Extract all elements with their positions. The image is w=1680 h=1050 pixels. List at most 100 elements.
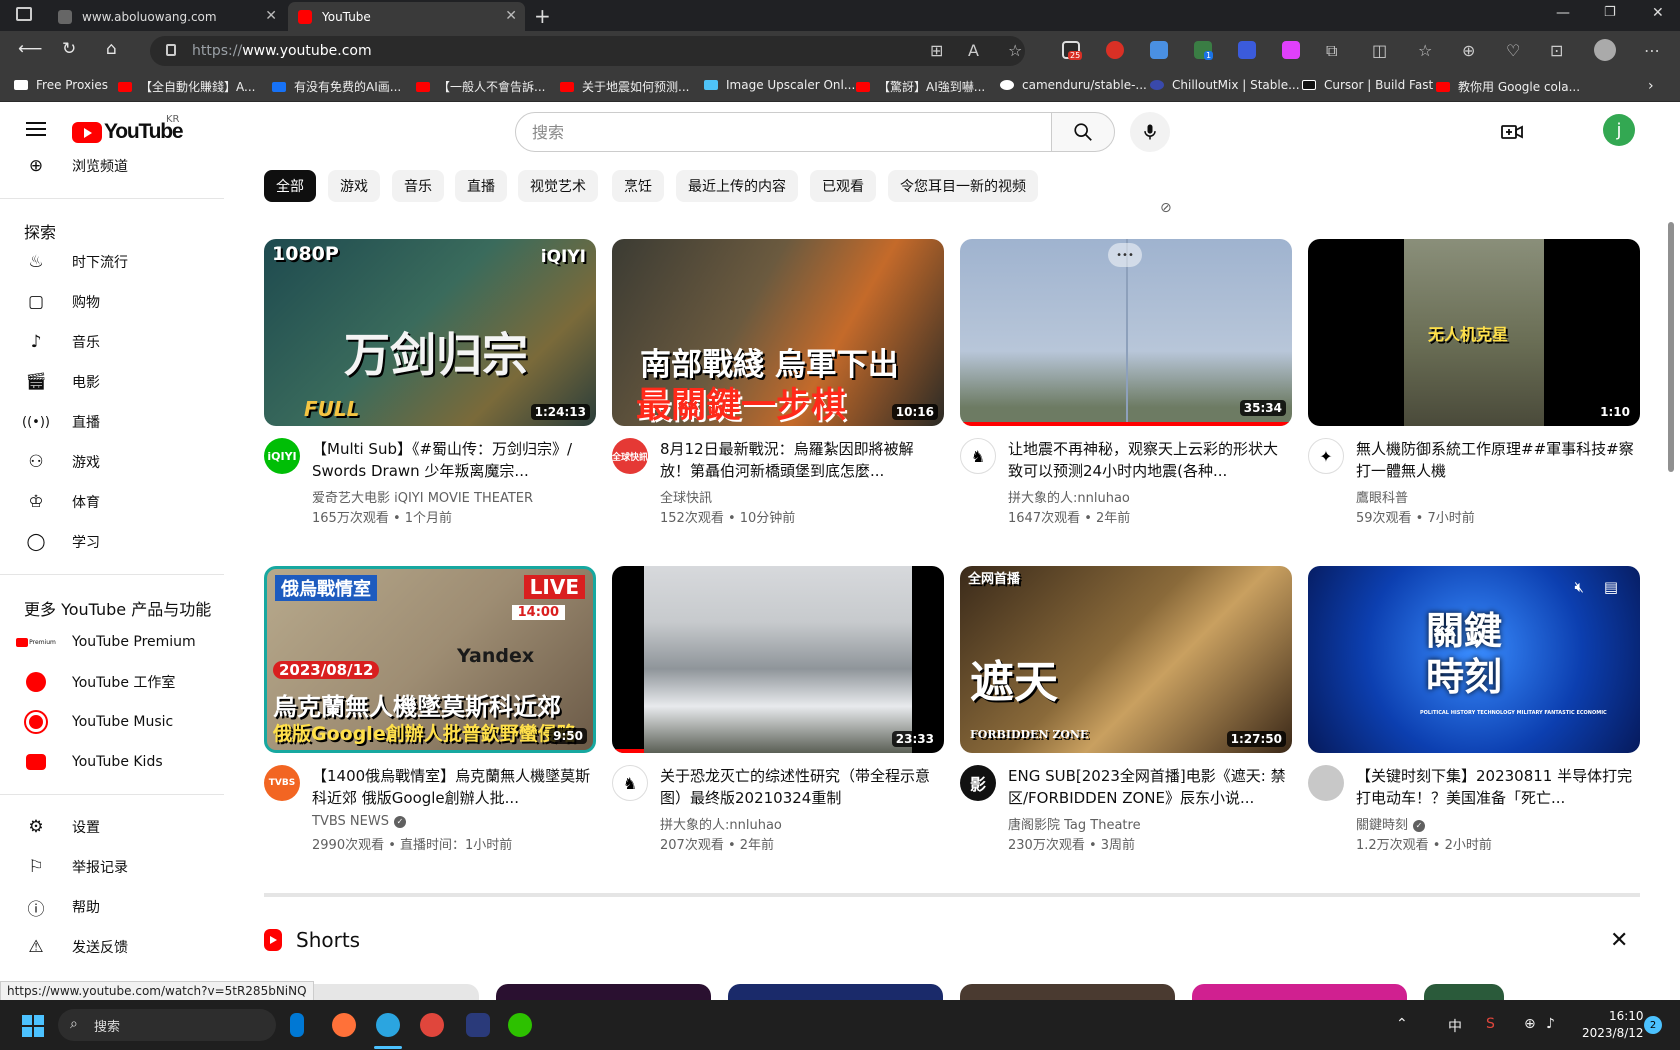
video-card[interactable]: 23:33 ♞ 关于恐龙灭亡的综述性研究（带全程示意图）最终版20210324重… bbox=[612, 566, 944, 853]
sidebar-item-shopping[interactable]: ▢ 购物 bbox=[0, 282, 224, 322]
channel-avatar[interactable]: iQIYI bbox=[264, 438, 300, 474]
search-button[interactable] bbox=[1051, 112, 1115, 152]
short-card[interactable] bbox=[496, 984, 711, 1000]
pinterest-extension-icon[interactable] bbox=[1106, 41, 1124, 59]
video-card[interactable]: 1080P iQIYI 万剑归宗 FULL 1:24:13 iQIYI 【Mul… bbox=[264, 239, 596, 526]
sidebar-item-movies[interactable]: 🎬︎ 电影 bbox=[0, 362, 224, 402]
edge-icon[interactable] bbox=[376, 1013, 400, 1037]
bookmark-item[interactable]: ChilloutMix | Stable... bbox=[1150, 78, 1300, 92]
volume-icon[interactable]: ♪ bbox=[1546, 1016, 1555, 1032]
more-actions-icon[interactable]: ••• bbox=[1108, 243, 1142, 267]
channel-name[interactable]: 拼大象的人:nnluhao bbox=[1008, 487, 1130, 506]
bookmark-item[interactable]: Image Upscaler Onl... bbox=[704, 78, 855, 92]
channel-name[interactable]: 爱奇艺大电影 iQIYI MOVIE THEATER bbox=[312, 487, 533, 506]
purple-extension-icon[interactable] bbox=[1282, 41, 1300, 59]
screenshot-icon[interactable]: ⊡ bbox=[1550, 41, 1563, 60]
bookmark-item[interactable]: 教你用 Google cola... bbox=[1436, 78, 1580, 95]
close-shorts-icon[interactable]: ✕ bbox=[1610, 928, 1628, 953]
tab-actions-icon[interactable] bbox=[16, 7, 32, 21]
chip-music[interactable]: 音乐 bbox=[392, 170, 444, 202]
cast-icon[interactable]: ⊘ bbox=[1160, 200, 1172, 216]
short-card[interactable] bbox=[960, 984, 1175, 1000]
bookmark-item[interactable]: camenduru/stable-... bbox=[1000, 78, 1147, 92]
sidebar-item-youtube-kids[interactable]: YouTube Kids bbox=[0, 742, 224, 782]
video-title[interactable]: 【1400俄烏戰情室】烏克蘭無人機墜莫斯科近郊 俄版Google創辦人批... bbox=[312, 765, 592, 809]
video-thumbnail[interactable]: 1080P iQIYI 万剑归宗 FULL 1:24:13 bbox=[264, 239, 596, 426]
favorites-icon[interactable]: ☆ bbox=[1418, 41, 1432, 60]
video-card[interactable]: 全网首播 遮天 FORBIDDEN ZONE 1:27:50 影 ENG SUB… bbox=[960, 566, 1292, 853]
channel-avatar[interactable]: TVBS bbox=[264, 765, 300, 801]
sidebar-item-youtube-premium[interactable]: Premium YouTube Premium bbox=[0, 622, 224, 662]
app-icon[interactable] bbox=[420, 1013, 444, 1037]
close-window-icon[interactable]: ✕ bbox=[1652, 5, 1664, 21]
hamburger-menu-icon[interactable] bbox=[26, 122, 46, 136]
video-thumbnail[interactable]: 俄烏戰情室 LIVE 14:00 Yandex 2023/08/12 烏克蘭無人… bbox=[264, 566, 596, 753]
search-input[interactable] bbox=[515, 112, 1052, 152]
chip-live[interactable]: 直播 bbox=[455, 170, 507, 202]
channel-name[interactable]: 唐阁影院 Tag Theatre bbox=[1008, 814, 1141, 833]
page-scrollbar[interactable] bbox=[1666, 222, 1676, 1000]
favorite-star-icon[interactable]: ☆ bbox=[1008, 41, 1022, 60]
sidebar-item-sports[interactable]: ♔ 体育 bbox=[0, 482, 224, 522]
chip-gaming[interactable]: 游戏 bbox=[328, 170, 380, 202]
channel-name[interactable]: 拼大象的人:nnluhao bbox=[660, 814, 782, 833]
short-card[interactable] bbox=[1424, 984, 1504, 1000]
sidebar-item-learning[interactable]: ◯ 学习 bbox=[0, 522, 224, 562]
close-tab-icon[interactable]: ✕ bbox=[265, 8, 277, 24]
channel-avatar[interactable]: ♞ bbox=[960, 438, 996, 474]
ime-indicator[interactable]: 中 bbox=[1448, 1016, 1462, 1036]
video-title[interactable]: 让地震不再神秘，观察天上云彩的形状大致可以预测24小时内地震(各种... bbox=[1008, 438, 1288, 482]
chip-recently-uploaded[interactable]: 最近上传的内容 bbox=[676, 170, 798, 202]
chip-all[interactable]: 全部 bbox=[264, 170, 316, 202]
video-thumbnail[interactable]: 无人机克星 1:10 bbox=[1308, 239, 1640, 426]
profile-avatar-icon[interactable] bbox=[1594, 39, 1616, 61]
sidebar-item-youtube-music[interactable]: YouTube Music bbox=[0, 702, 224, 742]
voice-search-button[interactable] bbox=[1130, 112, 1170, 152]
channel-avatar[interactable]: 全球快訊 bbox=[612, 438, 648, 474]
chip-watched[interactable]: 已观看 bbox=[810, 170, 876, 202]
refresh-icon[interactable]: ↻ bbox=[62, 39, 76, 59]
sidebar-item-youtube-studio[interactable]: YouTube 工作室 bbox=[0, 662, 224, 702]
channel-avatar[interactable] bbox=[1308, 765, 1344, 801]
video-card[interactable]: 南部戰綫 烏軍下出 最關鍵一步棋 10:16 全球快訊 8月12日最新戰況：烏羅… bbox=[612, 239, 944, 526]
collections-icon[interactable]: ⊕ bbox=[1462, 41, 1475, 60]
wechat-icon[interactable] bbox=[508, 1013, 532, 1037]
channel-avatar[interactable]: ✦ bbox=[1308, 438, 1344, 474]
sidebar-item-music[interactable]: ♪ 音乐 bbox=[0, 322, 224, 362]
captions-icon[interactable]: ▤ bbox=[1604, 578, 1618, 596]
firefox-icon[interactable] bbox=[332, 1013, 356, 1037]
taskbar-search[interactable]: ⌕ 搜索 bbox=[58, 1009, 276, 1041]
minimize-icon[interactable]: — bbox=[1556, 5, 1570, 21]
channel-name[interactable]: 關鍵時刻 ✓ bbox=[1356, 814, 1426, 833]
read-aloud-icon[interactable]: A bbox=[968, 41, 979, 60]
sidebar-item-settings[interactable]: ⚙ 设置 bbox=[0, 807, 224, 847]
bookmark-item[interactable]: 【驚訝】AI強到嚇... bbox=[856, 78, 985, 95]
channel-avatar[interactable]: ♞ bbox=[612, 765, 648, 801]
tab-aboluowang[interactable]: www.aboluowang.com ✕ bbox=[48, 2, 285, 31]
bookmark-item[interactable]: 关于地震如何预测... bbox=[560, 78, 689, 95]
video-title[interactable]: 关于恐龙灭亡的综述性研究（带全程示意图）最终版20210324重制 bbox=[660, 765, 940, 809]
sidebar-item-trending[interactable]: ♨ 时下流行 bbox=[0, 242, 224, 282]
video-title[interactable]: ENG SUB[2023全网首播]电影《遮天: 禁区/FORBIDDEN ZON… bbox=[1008, 765, 1288, 809]
lock-icon[interactable] bbox=[166, 44, 176, 56]
video-title[interactable]: 【关键时刻下集】20230811 半导体打完打电动车！？美国准备「死亡... bbox=[1356, 765, 1636, 809]
video-card[interactable]: ••• 35:34 ♞ 让地震不再神秘，观察天上云彩的形状大致可以预测24小时内… bbox=[960, 239, 1292, 526]
video-thumbnail[interactable]: 23:33 bbox=[612, 566, 944, 753]
windows-start-icon[interactable] bbox=[22, 1015, 44, 1037]
notification-badge[interactable]: 2 bbox=[1644, 1016, 1662, 1034]
tab-youtube[interactable]: YouTube ✕ bbox=[288, 2, 525, 31]
short-card[interactable] bbox=[728, 984, 943, 1000]
network-icon[interactable]: ⊕ bbox=[1524, 1016, 1536, 1032]
sidebar-item-report-history[interactable]: ⚐ 举报记录 bbox=[0, 847, 224, 887]
video-thumbnail[interactable]: 全网首播 遮天 FORBIDDEN ZONE 1:27:50 bbox=[960, 566, 1292, 753]
video-card[interactable]: 關鍵時刻 POLITICAL HISTORY TECHNOLOGY MILITA… bbox=[1308, 566, 1640, 853]
channel-name[interactable]: 鷹眼科普 bbox=[1356, 487, 1408, 506]
create-video-button[interactable] bbox=[1500, 120, 1524, 148]
account-avatar[interactable]: j bbox=[1603, 114, 1635, 146]
bing-icon[interactable] bbox=[290, 1013, 304, 1037]
video-title[interactable]: 無人機防御系統工作原理##軍事科技#察打一體無人機 bbox=[1356, 438, 1636, 482]
more-menu-icon[interactable]: ⋯ bbox=[1644, 41, 1660, 60]
chip-cooking[interactable]: 烹饪 bbox=[612, 170, 664, 202]
taskbar-clock[interactable]: 16:10 2023/8/12 bbox=[1582, 1008, 1644, 1042]
video-thumbnail[interactable]: 關鍵時刻 POLITICAL HISTORY TECHNOLOGY MILITA… bbox=[1308, 566, 1640, 753]
